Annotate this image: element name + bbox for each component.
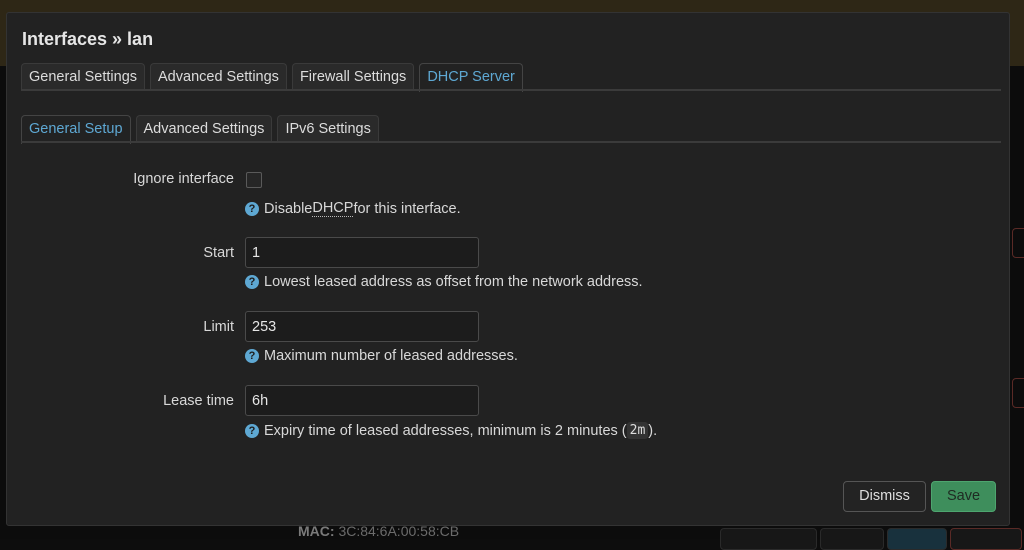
- lease-min-code: 2m: [626, 422, 649, 439]
- main-tabs: General Settings Advanced Settings Firew…: [21, 63, 523, 92]
- start-label: Start: [203, 245, 234, 261]
- start-input[interactable]: [245, 237, 479, 268]
- limit-help: ? Maximum number of leased addresses.: [245, 348, 518, 364]
- tab-dhcp-server[interactable]: DHCP Server: [419, 63, 523, 92]
- help-icon: ?: [245, 201, 259, 216]
- save-button[interactable]: Save: [931, 481, 996, 512]
- subtab-general-setup[interactable]: General Setup: [21, 115, 131, 144]
- help-icon: ?: [245, 423, 259, 438]
- background-stop-button: [820, 528, 884, 550]
- limit-input[interactable]: [245, 311, 479, 342]
- lease-time-label: Lease time: [163, 393, 234, 409]
- background-button: [1012, 228, 1024, 258]
- modal-title: Interfaces » lan: [22, 29, 154, 49]
- subtabs-divider: [21, 141, 1001, 143]
- background-edit-button: [887, 528, 947, 550]
- tabs-divider: [21, 89, 1001, 91]
- ignore-interface-help: ? Disable DHCP for this interface.: [245, 200, 461, 217]
- background-button: [1012, 378, 1024, 408]
- dhcp-abbr: DHCP: [312, 200, 354, 217]
- tab-general-settings[interactable]: General Settings: [21, 63, 146, 90]
- start-help: ? Lowest leased address as offset from t…: [245, 274, 643, 290]
- help-icon: ?: [245, 275, 259, 289]
- interface-modal: Interfaces » lan General Settings Advanc…: [6, 12, 1010, 526]
- limit-label: Limit: [203, 319, 234, 335]
- background-delete-button: [950, 528, 1022, 550]
- help-icon: ?: [245, 349, 259, 363]
- lease-time-input[interactable]: [245, 385, 479, 416]
- lease-time-help: ? Expiry time of leased addresses, minim…: [245, 422, 657, 439]
- dhcp-subtabs: General Setup Advanced Settings IPv6 Set…: [21, 115, 379, 144]
- tab-advanced-settings[interactable]: Advanced Settings: [150, 63, 287, 90]
- subtab-ipv6-settings[interactable]: IPv6 Settings: [277, 115, 379, 142]
- ignore-interface-checkbox[interactable]: [246, 172, 262, 188]
- tab-firewall-settings[interactable]: Firewall Settings: [291, 63, 415, 90]
- ignore-interface-label: Ignore interface: [133, 171, 234, 187]
- dismiss-button[interactable]: Dismiss: [843, 481, 926, 512]
- subtab-advanced-settings[interactable]: Advanced Settings: [135, 115, 273, 142]
- background-restart-button: [720, 528, 817, 550]
